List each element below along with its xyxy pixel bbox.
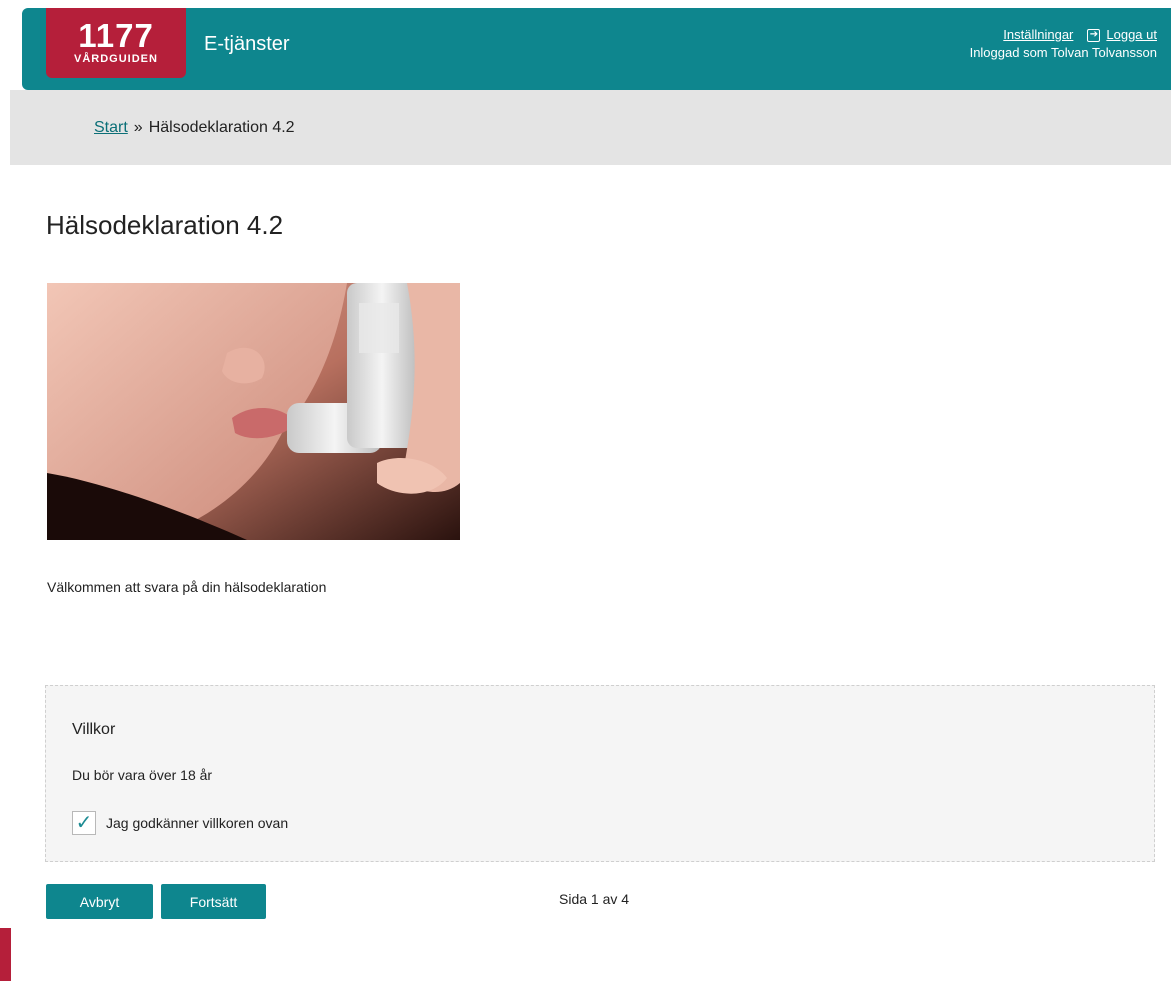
header-bar: 1177 VÅRDGUIDEN E-tjänster Inställningar…: [22, 8, 1171, 90]
breadcrumb-band: Start » Hälsodeklaration 4.2: [10, 90, 1171, 165]
terms-section: Villkor Du bör vara över 18 år ✓ Jag god…: [45, 685, 1155, 862]
service-title: E-tjänster: [204, 33, 290, 55]
page: 1177 VÅRDGUIDEN E-tjänster Inställningar…: [0, 0, 1171, 981]
left-accent-bar: [0, 928, 11, 981]
consent-row[interactable]: ✓ Jag godkänner villkoren ovan: [72, 811, 288, 835]
consent-label[interactable]: Jag godkänner villkoren ovan: [106, 815, 288, 831]
logo-text: VÅRDGUIDEN: [74, 53, 158, 65]
logged-in-as: Inloggad som Tolvan Tolvansson: [969, 45, 1157, 60]
page-title: Hälsodeklaration 4.2: [46, 210, 284, 240]
top-strip: [0, 0, 1171, 8]
logout-link[interactable]: ➔ Logga ut: [1087, 26, 1157, 44]
welcome-text: Välkommen att svara på din hälsodeklarat…: [47, 579, 327, 595]
continue-button[interactable]: Fortsätt: [161, 884, 266, 919]
main-content: Hälsodeklaration 4.2 Välkommen att svara…: [10, 165, 1171, 981]
terms-text: Du bör vara över 18 år: [72, 767, 213, 783]
inhaler-photo: [47, 283, 460, 540]
settings-link[interactable]: Inställningar: [1003, 26, 1073, 44]
logo[interactable]: 1177 VÅRDGUIDEN: [46, 8, 186, 78]
logo-number: 1177: [78, 17, 154, 54]
breadcrumb-separator: »: [133, 119, 143, 136]
consent-checkbox[interactable]: ✓: [72, 811, 96, 835]
terms-title: Villkor: [72, 721, 116, 738]
logout-label[interactable]: Logga ut: [1106, 26, 1157, 44]
user-links: Inställningar ➔ Logga ut: [970, 26, 1157, 44]
user-area: Inställningar ➔ Logga ut Inloggad som To…: [970, 26, 1157, 62]
logout-icon: ➔: [1087, 28, 1101, 42]
breadcrumb-current: Hälsodeklaration 4.2: [148, 119, 295, 136]
breadcrumb-start-link[interactable]: Start: [94, 119, 128, 136]
cancel-button[interactable]: Avbryt: [46, 884, 153, 919]
checkmark-icon: ✓: [75, 812, 93, 834]
page-indicator: Sida 1 av 4: [559, 891, 630, 907]
inhaler-photo-illustration: [47, 283, 460, 540]
breadcrumb: Start » Hälsodeklaration 4.2: [94, 119, 295, 137]
